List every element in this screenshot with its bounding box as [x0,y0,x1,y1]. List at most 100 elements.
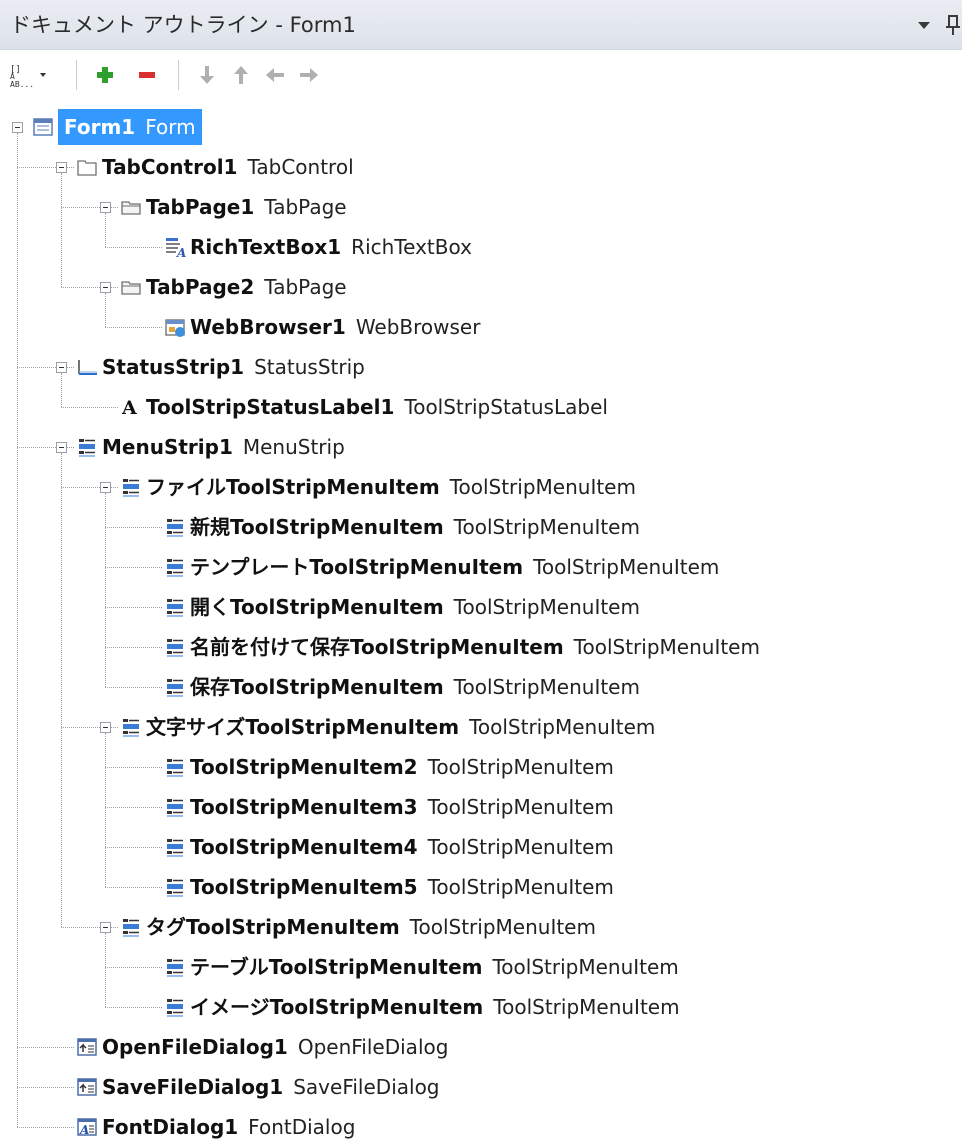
pin-icon[interactable] [946,14,962,36]
tree-node-saveas-item[interactable]: 名前を付けて保存ToolStripMenuItem ToolStripMenuIt… [190,629,760,665]
tree-node-file-item[interactable]: ファイルToolStripMenuItem ToolStripMenuItem [146,469,636,505]
node-name: TabPage1 [146,195,255,219]
tab-page-icon [121,281,141,295]
tree-node-open-item[interactable]: 開くToolStripMenuItem ToolStripMenuItem [190,589,640,625]
menu-item-icon [167,639,183,657]
tree-node-webbrowser1[interactable]: WebBrowser1 WebBrowser [190,309,480,345]
node-type: TabPage [264,195,347,219]
node-type: ToolStripMenuItem [492,955,679,979]
collapse-toggle-icon[interactable] [56,162,67,173]
menu-item-icon [123,919,139,937]
node-name: テーブルToolStripMenuItem [190,955,483,979]
node-name: SaveFileDialog1 [102,1075,284,1099]
tree-node-toolstripstatuslabel1[interactable]: ToolStripStatusLabel1 ToolStripStatusLabe… [146,389,608,425]
tree-node-tsmi5[interactable]: ToolStripMenuItem5 ToolStripMenuItem [190,869,614,905]
tree-node-fontdialog1[interactable]: FontDialog1 FontDialog [102,1109,355,1145]
collapse-toggle-icon[interactable] [56,362,67,373]
document-outline-tree: Form1 Form TabControl1 TabControl TabPage1 Ta… [0,102,962,1139]
tree-connector [105,607,162,608]
tree-node-richtextbox1[interactable]: RichTextBox1 RichTextBox [190,229,472,265]
node-name: ToolStripMenuItem4 [190,835,418,859]
tree-node-statusstrip1[interactable]: StatusStrip1 StatusStrip [102,349,365,385]
node-name: TabPage2 [146,275,255,299]
node-name: ファイルToolStripMenuItem [146,475,440,499]
node-type: StatusStrip [254,355,365,379]
node-name: イメージToolStripMenuItem [190,995,484,1019]
node-name: RichTextBox1 [190,235,342,259]
tree-node-tsmi3[interactable]: ToolStripMenuItem3 ToolStripMenuItem [190,789,614,825]
node-type: FontDialog [248,1115,356,1139]
menu-item-icon [167,519,183,537]
collapse-toggle-icon[interactable] [100,282,111,293]
svg-text:A: A [79,1123,89,1137]
menu-item-icon [79,439,95,457]
tree-connector [105,767,162,768]
tree-node-tabpage2[interactable]: TabPage2 TabPage [146,269,347,305]
status-strip-icon [78,360,97,375]
collapse-toggle-icon[interactable] [100,722,111,733]
node-name: 新規ToolStripMenuItem [190,515,444,539]
node-name: ToolStripMenuItem2 [190,755,418,779]
label-icon: A [121,397,137,418]
tree-node-new-item[interactable]: 新規ToolStripMenuItem ToolStripMenuItem [190,509,640,545]
menu-item-icon [167,759,183,777]
node-name: 文字サイズToolStripMenuItem [146,715,460,739]
node-type: ToolStripMenuItem [453,675,640,699]
node-name: MenuStrip1 [102,435,233,459]
panel-title: ドキュメント アウトライン - Form1 [10,13,356,37]
tree-node-savefiledialog1[interactable]: SaveFileDialog1 SaveFileDialog [102,1069,440,1105]
arrow-left-icon[interactable] [262,62,288,88]
tree-connector [105,293,106,327]
tree-connector [105,1007,162,1008]
tree-node-tag-item[interactable]: タグToolStripMenuItem ToolStripMenuItem [146,909,596,945]
collapse-toggle-icon[interactable] [100,202,111,213]
tree-node-table-item[interactable]: テーブルToolStripMenuItem ToolStripMenuItem [190,949,679,985]
text-view-icon[interactable]: [] A AB... [8,62,48,88]
minus-icon[interactable] [134,62,160,88]
collapse-toggle-icon[interactable] [12,122,23,133]
node-name: ToolStripMenuItem5 [190,875,418,899]
tree-node-template-item[interactable]: テンプレートToolStripMenuItem ToolStripMenuItem [190,549,719,585]
menu-item-icon [167,599,183,617]
menu-item-icon [123,479,139,497]
tree-node-save-item[interactable]: 保存ToolStripMenuItem ToolStripMenuItem [190,669,640,705]
tree-node-form1[interactable]: Form1 Form [58,109,202,145]
collapse-toggle-icon[interactable] [56,442,67,453]
tree-connector [105,213,106,247]
tab-page-icon [121,201,141,215]
menu-item-icon [167,999,183,1017]
menu-item-icon [167,799,183,817]
tree-connector [105,567,162,568]
tree-connector [61,407,118,408]
panel-title-bar: ドキュメント アウトライン - Form1 [0,0,962,50]
node-name: TabControl1 [102,155,238,179]
toolbar-separator [76,60,77,90]
tree-connector [105,687,162,688]
tree-node-tabpage1[interactable]: TabPage1 TabPage [146,189,347,225]
tree-node-menustrip1[interactable]: MenuStrip1 MenuStrip [102,429,345,465]
collapse-toggle-icon[interactable] [100,922,111,933]
node-type: ToolStripMenuItem [409,915,596,939]
tree-node-openfiledialog1[interactable]: OpenFileDialog1 OpenFileDialog [102,1029,448,1065]
node-name: StatusStrip1 [102,355,245,379]
node-name: 開くToolStripMenuItem [190,595,444,619]
tree-connector [105,247,162,248]
tree-node-tsmi2[interactable]: ToolStripMenuItem2 ToolStripMenuItem [190,749,614,785]
node-type: ToolStripMenuItem [469,715,656,739]
node-type: ToolStripStatusLabel [404,395,608,419]
collapse-toggle-icon[interactable] [100,482,111,493]
tab-control-icon [77,160,97,176]
arrow-down-icon[interactable] [194,62,220,88]
font-dialog-icon: A [77,1118,97,1137]
node-type: ToolStripMenuItem [453,515,640,539]
tree-node-tabcontrol1[interactable]: TabControl1 TabControl [102,149,354,185]
plus-icon[interactable] [92,62,118,88]
tree-node-image-item[interactable]: イメージToolStripMenuItem ToolStripMenuItem [190,989,680,1025]
node-name: WebBrowser1 [190,315,346,339]
window-position-dropdown-icon[interactable] [918,22,930,29]
tree-node-tsmi4[interactable]: ToolStripMenuItem4 ToolStripMenuItem [190,829,614,865]
tree-connector [17,133,18,1127]
tree-node-fontsize-item[interactable]: 文字サイズToolStripMenuItem ToolStripMenuItem [146,709,655,745]
arrow-right-icon[interactable] [296,62,322,88]
arrow-up-icon[interactable] [228,62,254,88]
